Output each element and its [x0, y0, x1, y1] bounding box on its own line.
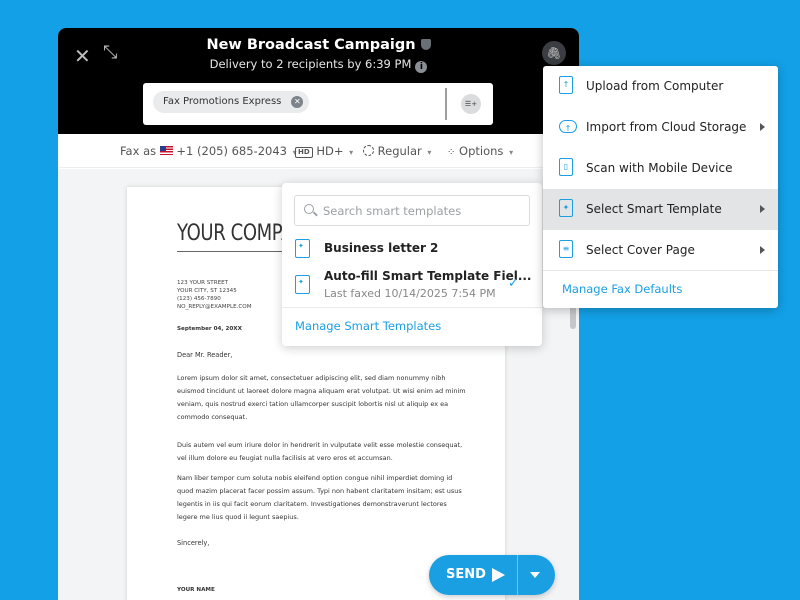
menu-item-smart-template[interactable]: ✦ Select Smart Template	[543, 189, 778, 230]
search-icon	[304, 204, 314, 214]
chevron-down-icon: ▾	[427, 148, 432, 157]
menu-item-label: Import from Cloud Storage	[586, 120, 747, 134]
cover-page-icon: ≡	[559, 240, 573, 258]
hd-icon: HD	[295, 147, 313, 158]
template-search-box[interactable]	[294, 195, 530, 226]
recipient-chip[interactable]: Fax Promotions Express ✕	[153, 91, 310, 113]
company-heading: YOUR COMPA	[177, 221, 294, 246]
letter-date: September 04, 20XX	[177, 326, 242, 332]
smart-template-icon	[295, 275, 310, 294]
chevron-down-icon: ▾	[509, 148, 514, 157]
letter-paragraph: Lorem ipsum dolor sit amet, consectetuer…	[177, 374, 466, 421]
mobile-scan-icon: ▯	[559, 158, 573, 176]
template-name: Auto-fill Smart Template Fiel...	[324, 269, 532, 283]
template-item-business-letter[interactable]: Business letter 2	[282, 235, 542, 265]
upload-file-icon: ↑	[559, 76, 573, 94]
cloud-icon: ↑	[559, 120, 577, 133]
smart-template-dropdown: Business letter 2 Auto-fill Smart Templa…	[282, 183, 542, 346]
menu-item-scan-mobile[interactable]: ▯ Scan with Mobile Device	[543, 148, 778, 189]
menu-item-upload-computer[interactable]: ↑ Upload from Computer	[543, 66, 778, 107]
manage-fax-defaults-link[interactable]: Manage Fax Defaults	[562, 282, 682, 296]
address-line: 123 YOUR STREET	[177, 280, 229, 286]
template-last-faxed: Last faxed 10/14/2025 7:54 PM	[324, 287, 496, 300]
menu-item-label: Select Cover Page	[586, 243, 695, 257]
fax-as-selector[interactable]: Fax as +1 (205) 685-2043 ▾	[120, 144, 297, 158]
recipient-chip-label: Fax Promotions Express	[163, 96, 282, 107]
quality-selector[interactable]: HD HD+ ▾	[295, 144, 353, 158]
chevron-right-icon	[760, 246, 765, 254]
recipient-divider	[445, 88, 447, 120]
compose-header: ✕ ⤡ New Broadcast Campaign Delivery to 2…	[58, 28, 579, 134]
dropdown-divider	[282, 307, 542, 308]
grid-options-icon: ⁘	[447, 147, 456, 158]
us-flag-icon	[159, 146, 173, 155]
send-options-chevron-icon[interactable]	[530, 572, 540, 578]
menu-item-label: Scan with Mobile Device	[586, 161, 733, 175]
delivery-subtitle: Delivery to 2 recipients by 6:39 PM i	[58, 57, 579, 73]
info-icon[interactable]: i	[415, 61, 428, 73]
letter-greeting: Dear Mr. Reader,	[177, 351, 233, 359]
manage-smart-templates-link[interactable]: Manage Smart Templates	[295, 319, 441, 333]
fax-number: +1 (205) 685-2043	[176, 144, 287, 158]
options-selector[interactable]: ⁘ Options ▾	[447, 144, 513, 158]
speed-value: Regular	[377, 144, 422, 158]
menu-item-label: Upload from Computer	[586, 79, 724, 93]
menu-item-import-cloud[interactable]: ↑ Import from Cloud Storage	[543, 107, 778, 148]
send-button[interactable]: SEND	[446, 567, 486, 582]
menu-item-label: Select Smart Template	[586, 202, 722, 216]
letter-paragraph: Duis autem vel eum iriure dolor in hendr…	[177, 441, 463, 462]
signature-name: YOUR NAME	[177, 587, 215, 593]
shield-icon	[420, 39, 431, 50]
template-search-input[interactable]	[323, 202, 523, 220]
quality-value: HD+	[316, 144, 344, 158]
address-line: YOUR CITY, ST 12345	[177, 288, 237, 294]
recipients-field[interactable]: Fax Promotions Express ✕ ☰+	[143, 83, 493, 125]
template-name: Business letter 2	[324, 241, 439, 255]
chevron-down-icon: ▾	[349, 148, 354, 157]
chevron-right-icon	[760, 123, 765, 131]
address-line: NO_REPLY@EXAMPLE.COM	[177, 304, 252, 310]
speed-selector[interactable]: Regular ▾	[363, 144, 431, 158]
remove-recipient-icon[interactable]: ✕	[291, 96, 304, 108]
template-item-autofill[interactable]: Auto-fill Smart Template Fiel... Last fa…	[282, 267, 542, 305]
letter-closing: Sincerely,	[177, 539, 210, 547]
options-label: Options	[459, 144, 504, 158]
send-arrow-icon[interactable]	[492, 568, 505, 582]
check-icon: ✓	[508, 276, 519, 291]
speed-dial-icon	[363, 145, 374, 156]
send-divider	[517, 555, 518, 595]
address-line: (123) 456-7890	[177, 296, 221, 302]
attachment-menu: ↑ Upload from Computer ↑ Import from Clo…	[543, 66, 778, 308]
smart-template-icon: ✦	[559, 199, 573, 217]
fax-toolbar: Fax as +1 (205) 685-2043 ▾ HD HD+ ▾ Regu…	[58, 134, 579, 168]
campaign-title: New Broadcast Campaign	[58, 37, 579, 53]
contacts-icon[interactable]: ☰+	[461, 94, 481, 114]
sender-address: 123 YOUR STREET YOUR CITY, ST 12345 (123…	[177, 279, 252, 311]
paperclip-icon[interactable]: 🖇	[542, 41, 566, 65]
heading-underline	[177, 251, 287, 252]
letter-paragraph: Nam liber tempor cum soluta nobis eleife…	[177, 474, 462, 521]
menu-item-cover-page[interactable]: ≡ Select Cover Page	[543, 230, 778, 271]
campaign-title-text: New Broadcast Campaign	[206, 37, 416, 53]
smart-template-icon	[295, 239, 310, 258]
delivery-subtitle-text: Delivery to 2 recipients by 6:39 PM	[209, 57, 412, 71]
send-button-group: SEND	[429, 555, 555, 595]
chevron-right-icon	[760, 205, 765, 213]
menu-divider	[543, 270, 778, 271]
fax-as-label: Fax as	[120, 144, 157, 158]
